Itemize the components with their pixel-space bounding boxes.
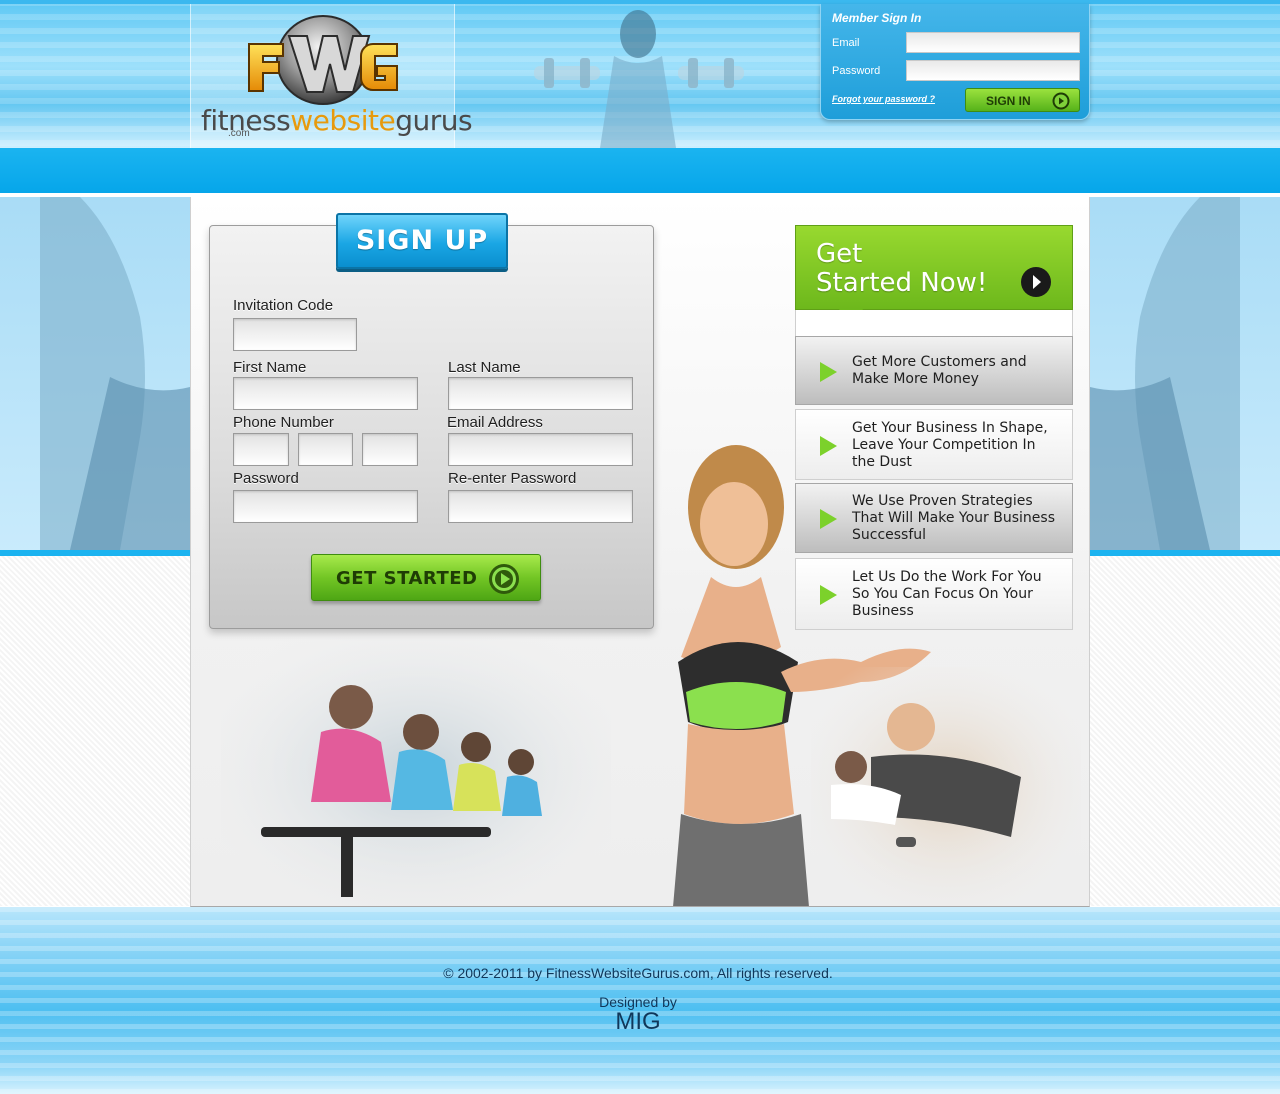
logo[interactable]: fitnesswebsitegurus	[190, 4, 473, 148]
get-started-label: GET STARTED	[336, 568, 478, 589]
signin-title: Member Sign In	[832, 11, 922, 25]
green-triangle-icon	[820, 436, 837, 456]
green-triangle-icon	[820, 509, 837, 529]
get-started-now-title: Get Started Now!	[816, 240, 1016, 298]
get-started-now-spacer	[795, 310, 1073, 336]
signin-email-label: Email	[832, 37, 860, 49]
green-triangle-icon	[820, 585, 837, 605]
footer: © 2002-2011 by FitnessWebsiteGurus.com, …	[0, 907, 1280, 1094]
phone-area-code-input[interactable]	[233, 433, 289, 466]
invitation-code-label: Invitation Code	[233, 297, 334, 314]
member-signin-box: Member Sign In Email Password Forgot you…	[820, 4, 1090, 120]
last-name-input[interactable]	[448, 377, 633, 410]
signin-password-label: Password	[832, 65, 881, 77]
main-content: SIGN UP Invitation Code First Name Last …	[190, 197, 1090, 907]
arrow-right-circle-icon	[1021, 267, 1051, 297]
phone-number-label: Phone Number	[233, 414, 334, 431]
signup-form: SIGN UP Invitation Code First Name Last …	[209, 213, 654, 629]
benefit-item: Get More Customers and Make More Money	[795, 336, 1073, 405]
header: fitnesswebsitegurus .com Member Sign In …	[0, 0, 1280, 148]
benefit-item: Get Your Business In Shape, Leave Your C…	[795, 409, 1073, 480]
logo-wordmark-gurus: gurus	[395, 104, 473, 137]
forgot-password-link[interactable]: Forgot your password ?	[832, 94, 935, 104]
header-model-image	[534, 10, 744, 148]
footer-designer-name[interactable]: MIG	[0, 1008, 1276, 1036]
spin-class-photo	[221, 637, 611, 906]
get-started-button[interactable]: GET STARTED	[311, 554, 541, 601]
signup-tab-label: SIGN UP	[355, 225, 489, 256]
password-input[interactable]	[233, 490, 418, 523]
first-name-input[interactable]	[233, 377, 418, 410]
password-label: Password	[233, 470, 299, 487]
logo-emblem	[248, 15, 398, 105]
first-name-label: First Name	[233, 359, 307, 376]
benefit-item: Let Us Do the Work For You So You Can Fo…	[795, 558, 1073, 630]
benefit-item-text: Get More Customers and Make More Money	[852, 354, 1027, 387]
footer-copyright: © 2002-2011 by FitnessWebsiteGurus.com, …	[443, 965, 833, 981]
play-circle-icon	[489, 564, 519, 594]
signup-tab: SIGN UP	[336, 213, 508, 269]
phone-prefix-input[interactable]	[298, 433, 353, 466]
signin-password-input[interactable]	[906, 60, 1080, 81]
invitation-code-input[interactable]	[233, 318, 357, 351]
signin-email-input[interactable]	[906, 32, 1080, 53]
logo-tld: .com	[228, 128, 250, 139]
phone-line-number-input[interactable]	[362, 433, 418, 466]
benefit-item-text: We Use Proven Strategies That Will Make …	[852, 493, 1055, 543]
left-torso-image	[40, 197, 190, 550]
get-started-now-header[interactable]: Get Started Now!	[795, 225, 1073, 310]
get-started-now-title-line1: Get	[816, 239, 863, 269]
email-address-input[interactable]	[448, 433, 633, 466]
nav-band	[0, 148, 1280, 195]
green-triangle-icon	[820, 362, 837, 382]
benefit-item-text: Let Us Do the Work For You So You Can Fo…	[852, 569, 1042, 619]
signin-button-label: SIGN IN	[986, 94, 1031, 108]
logo-wordmark-website: website	[290, 104, 396, 137]
play-circle-icon	[1052, 92, 1070, 110]
benefit-item-text: Get Your Business In Shape, Leave Your C…	[852, 420, 1048, 470]
signin-button[interactable]: SIGN IN	[965, 88, 1080, 112]
get-started-now-panel: Get Started Now! Get More Customers and …	[795, 225, 1073, 631]
reenter-password-label: Re-enter Password	[448, 470, 577, 487]
right-torso-image	[1090, 197, 1240, 550]
email-address-label: Email Address	[447, 414, 543, 431]
benefit-item: We Use Proven Strategies That Will Make …	[795, 483, 1073, 553]
last-name-label: Last Name	[448, 359, 521, 376]
pushup-couple-photo	[811, 667, 1081, 906]
reenter-password-input[interactable]	[448, 490, 633, 523]
get-started-now-title-line2: Started Now!	[816, 268, 988, 298]
